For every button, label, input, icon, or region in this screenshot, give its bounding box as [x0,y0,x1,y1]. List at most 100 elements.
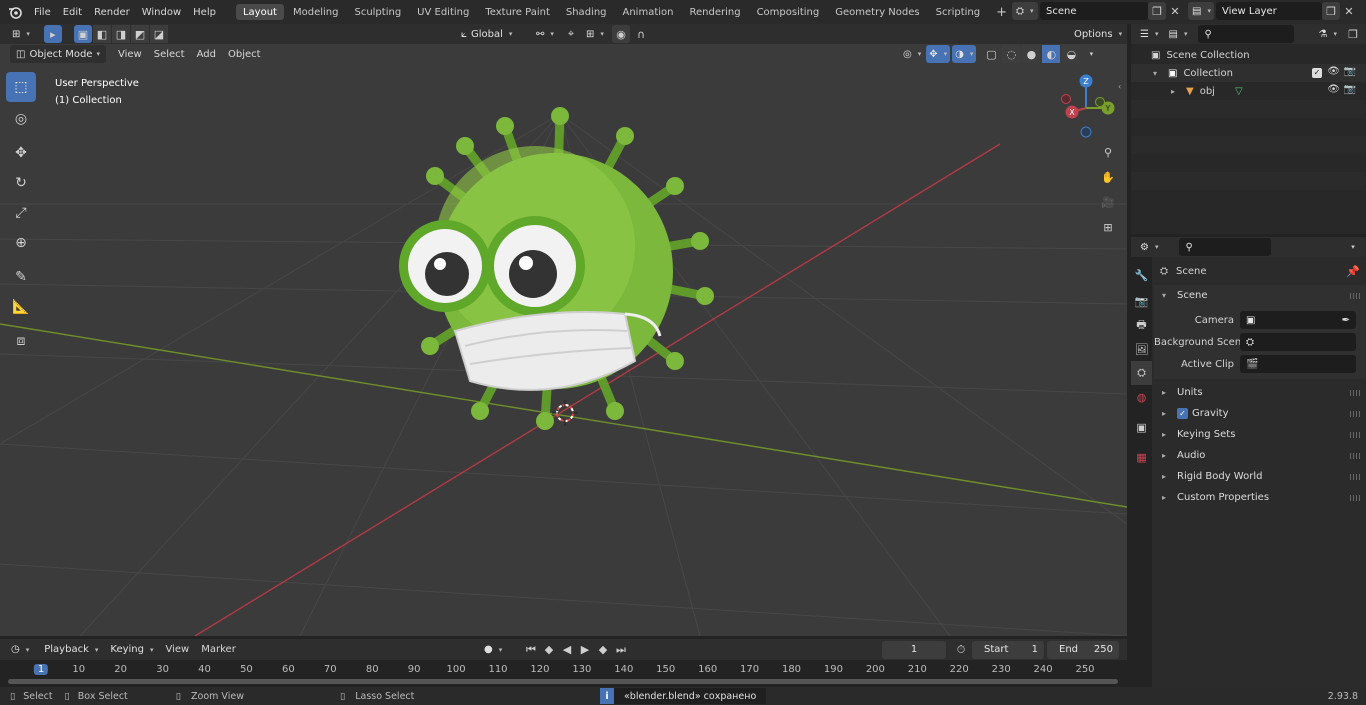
tab-geometry-nodes[interactable]: Geometry Nodes [828,4,926,20]
tab-sculpting[interactable]: Sculpting [347,4,408,20]
pan-hand-icon[interactable]: ✋ [1097,166,1119,188]
outliner-row-collection[interactable]: ▾ ▣ Collection ✓ 👁 📷 [1131,64,1366,82]
zoom-icon[interactable]: ⚲ [1097,141,1119,163]
tab-texture-icon[interactable]: ▦ [1131,445,1152,469]
tab-render-icon[interactable]: 📷 [1131,289,1152,313]
jump-start-icon[interactable]: ⏮ [522,641,540,659]
gravity-checkbox[interactable]: ✓ [1177,408,1188,419]
panel-gravity-header[interactable]: ▸ ✓ Gravity [1154,403,1366,424]
add-workspace-icon[interactable]: + [989,4,1014,20]
3d-cursor-icon[interactable] [552,400,578,426]
shading-solid-icon[interactable]: ● [1022,45,1041,63]
snap-toggle-icon[interactable]: ⌖ [562,25,580,43]
expand-collection-icon[interactable]: ▾ [1153,69,1161,78]
measure-tool-icon[interactable]: 📐 [6,292,36,322]
render-camera-icon[interactable]: 📷 [1344,66,1356,77]
keying-menu[interactable]: Keying ▾ [104,641,159,659]
viewport-menu-object[interactable]: Object [222,45,267,63]
outliner-row-scene-collection[interactable]: ▣ Scene Collection [1131,46,1366,64]
camera-view-icon[interactable]: 🎥 [1097,191,1119,213]
select-intersect-icon[interactable]: ◪ [149,25,168,43]
timeline-menu-view[interactable]: View [160,641,196,659]
select-tool-icon[interactable]: ▸ [43,25,62,43]
menu-edit[interactable]: Edit [57,3,88,21]
outliner-editor-type-icon[interactable]: ☰ ▾ [1137,25,1161,43]
menu-render[interactable]: Render [88,3,136,21]
panel-units-header[interactable]: ▸ Units [1154,382,1366,403]
transform-tool-icon[interactable]: ⊕ [6,228,36,258]
prev-keyframe-icon[interactable]: ◆ [540,641,558,659]
shading-rendered-icon[interactable]: ◒ [1062,45,1081,63]
panel-drag-icon[interactable] [1350,453,1360,459]
overlay-dropdown[interactable]: ◑ ▾ [952,45,977,63]
tab-uv-editing[interactable]: UV Editing [410,4,476,20]
tab-animation[interactable]: Animation [616,4,681,20]
record-button[interactable]: ● ▾ [480,641,506,659]
panel-drag-icon[interactable] [1350,293,1360,299]
panel-drag-icon[interactable] [1350,411,1360,417]
menu-window[interactable]: Window [136,3,187,21]
tab-rendering[interactable]: Rendering [682,4,747,20]
proportional-edit-icon[interactable]: ◉ [612,25,630,43]
scene-remove-icon[interactable]: ✕ [1166,2,1184,20]
scene-new-icon[interactable]: ❐ [1148,2,1166,20]
select-invert-icon[interactable]: ◩ [130,25,149,43]
tab-layout[interactable]: Layout [235,4,284,20]
timeline-menu-marker[interactable]: Marker [195,641,242,659]
add-cube-tool-icon[interactable]: ⧈ [6,326,36,356]
new-collection-icon[interactable]: ❐ [1344,25,1362,43]
panel-drag-icon[interactable] [1350,495,1360,501]
viewport-3d[interactable]: ⊞ ▾ ▸ ▣ ◧ ◨ ◩ ◪ ⟀ Global ▾ ⚯ ▾ ⌖ ⊞ ▾ ◉ ∩ Opt… [0,24,1127,636]
transform-orientation-dropdown[interactable]: ⟀ Global ▾ [455,25,523,43]
active-clip-field[interactable]: 🎬 [1240,355,1356,373]
tab-scripting[interactable]: Scripting [929,4,987,20]
tab-texture-paint[interactable]: Texture Paint [478,4,557,20]
visibility-eye-icon[interactable]: 👁 [1327,84,1340,95]
tab-compositing[interactable]: Compositing [750,4,827,20]
tab-scene-icon[interactable]: ⛭ [1131,361,1152,385]
select-subtract-icon[interactable]: ◨ [111,25,130,43]
play-reverse-icon[interactable]: ◀ [558,641,576,659]
navigation-gizmo[interactable]: Z Y X [1052,72,1122,142]
tab-tool-icon[interactable]: 🔧 [1131,263,1152,287]
timeline-ruler[interactable]: 1 10 20 30 40 50 60 70 80 90 100 110 120 130 140 150 160… [0,660,1127,687]
options-dropdown[interactable]: Options ▾ [1068,25,1127,43]
timeline-editor-type-icon[interactable]: ◷ ▾ [8,641,32,659]
tab-world-icon[interactable]: ◍ [1131,385,1152,409]
panel-keying-sets-header[interactable]: ▸ Keying Sets [1154,424,1366,445]
panel-rigid-body-world-header[interactable]: ▸ Rigid Body World [1154,466,1366,487]
editor-type-icon[interactable]: ⊞ ▾ [8,25,34,43]
view-layer-new-icon[interactable]: ❐ [1322,2,1340,20]
play-icon[interactable]: ▶ [576,641,594,659]
select-new-icon[interactable]: ▣ [73,25,92,43]
background-scene-field[interactable]: ⛭ [1240,333,1356,351]
properties-search-input[interactable]: ⚲ [1179,238,1272,256]
visibility-eye-icon[interactable]: 👁 [1327,66,1340,77]
select-box-tool-icon[interactable]: ⬚ [6,72,36,102]
snap-target-dropdown[interactable]: ⊞ ▾ [580,25,610,43]
outliner-filter-icon[interactable]: ⚗ ▾ [1316,25,1340,43]
expand-object-icon[interactable]: ▸ [1171,87,1179,96]
annotate-tool-icon[interactable]: ✎ [6,262,36,292]
sidebar-toggle-icon[interactable]: ‹ [1118,82,1121,91]
blender-logo-icon[interactable] [6,3,24,21]
perspective-toggle-icon[interactable]: ⊞ [1097,216,1119,238]
view-layer-browse-icon[interactable]: ▤ ▾ [1188,2,1214,20]
panel-drag-icon[interactable] [1350,432,1360,438]
virus-model[interactable] [385,106,725,436]
mode-dropdown[interactable]: ◫ Object Mode ▾ [10,45,106,63]
panel-custom-properties-header[interactable]: ▸ Custom Properties [1154,487,1366,508]
viewport-menu-add[interactable]: Add [191,45,222,63]
end-frame-field[interactable]: End 250 [1047,640,1119,659]
tab-collection-icon[interactable]: ▣ [1131,415,1152,439]
move-tool-icon[interactable]: ✥ [6,138,36,168]
view-layer-name-field[interactable]: View Layer [1216,2,1322,20]
shading-material-icon[interactable]: ◐ [1042,45,1061,63]
panel-audio-header[interactable]: ▸ Audio [1154,445,1366,466]
visibility-dropdown[interactable]: ◎ ▾ [900,45,924,63]
panel-scene-header[interactable]: ▾ Scene [1154,285,1366,306]
select-extend-icon[interactable]: ◧ [92,25,111,43]
menu-help[interactable]: Help [187,3,222,21]
xray-icon[interactable]: ▢ [982,45,1000,63]
playback-menu[interactable]: Playback ▾ [38,641,104,659]
